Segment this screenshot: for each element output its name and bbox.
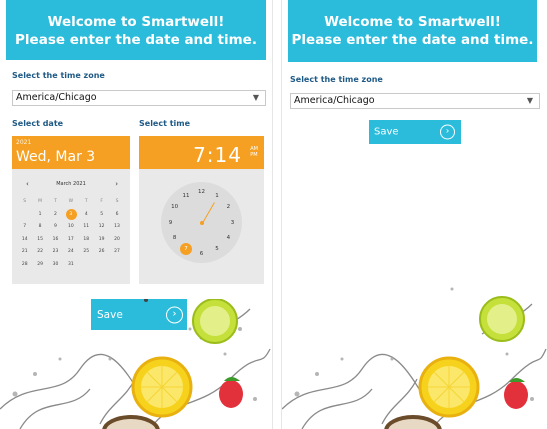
clock-hour[interactable]: 4 bbox=[227, 235, 231, 241]
calendar-day[interactable]: 20 bbox=[109, 234, 124, 247]
timezone-value: America/Chicago bbox=[294, 95, 375, 106]
calendar-day bbox=[79, 259, 94, 272]
calendar-day[interactable]: 27 bbox=[109, 246, 124, 259]
calendar-day[interactable]: 13 bbox=[109, 221, 124, 234]
calendar-day-selected[interactable]: 3 bbox=[63, 208, 78, 222]
calendar-day bbox=[109, 259, 124, 272]
header-title: Welcome to Smartwell! bbox=[324, 14, 501, 30]
calendar-day[interactable]: 4 bbox=[79, 209, 94, 222]
clock-hour[interactable]: 12 bbox=[198, 189, 205, 195]
time-picker-header: 7:14 AM PM bbox=[139, 136, 264, 169]
weekday-label: T bbox=[84, 199, 88, 204]
calendar-day[interactable]: 1 bbox=[32, 209, 47, 222]
clock-hour[interactable]: 11 bbox=[183, 193, 190, 199]
timezone-select[interactable]: America/Chicago ▼ bbox=[290, 93, 540, 109]
pm-option[interactable]: PM bbox=[250, 152, 257, 158]
clock-hour[interactable]: 2 bbox=[227, 204, 231, 210]
right-screen: Welcome to Smartwell! Please enter the d… bbox=[281, 0, 547, 429]
clock-hand bbox=[201, 201, 215, 223]
clock-face[interactable]: 12 1 2 3 4 5 6 7 8 9 10 11 bbox=[161, 182, 242, 263]
timezone-label: Select the time zone bbox=[290, 75, 383, 84]
calendar-day[interactable]: 8 bbox=[32, 221, 47, 234]
selected-year[interactable]: 2021 bbox=[16, 139, 31, 146]
clock-hour[interactable]: 5 bbox=[215, 246, 219, 252]
header-subtitle: Please enter the date and time. bbox=[291, 32, 534, 48]
calendar-day[interactable]: 29 bbox=[32, 259, 47, 272]
clock-hour[interactable]: 1 bbox=[215, 193, 219, 199]
calendar-day[interactable]: 10 bbox=[63, 221, 78, 234]
timezone-select[interactable]: America/Chicago ▼ bbox=[12, 90, 266, 106]
arrow-circle-right-icon: › bbox=[440, 124, 455, 140]
calendar-day[interactable]: 5 bbox=[94, 209, 109, 222]
calendar-week-row: 7 8 9 10 11 12 13 bbox=[17, 221, 125, 234]
header-subtitle: Please enter the date and time. bbox=[15, 32, 257, 48]
calendar-month-title: March 2021 bbox=[56, 181, 86, 187]
selected-date: Wed, Mar 3 bbox=[16, 149, 96, 165]
next-month-icon[interactable]: › bbox=[115, 180, 118, 188]
calendar-day[interactable]: 9 bbox=[48, 221, 63, 234]
weekday-row: SMTWTFS bbox=[17, 196, 125, 209]
calendar-day bbox=[17, 209, 32, 222]
date-picker: 2021 Wed, Mar 3 ‹ March 2021 › SMTWTFS12… bbox=[12, 136, 130, 284]
calendar-grid: S M T W T F S 1 2 3 4 5 6 7 8 9 10 11 12 13 14 15 16 17 18 19 20 21… bbox=[17, 196, 125, 271]
calendar-day[interactable]: 21 bbox=[17, 246, 32, 259]
clock-hour[interactable]: 8 bbox=[173, 235, 177, 241]
am-pm-toggle[interactable]: AM PM bbox=[250, 146, 258, 158]
clock-hour[interactable]: 9 bbox=[169, 220, 173, 226]
timezone-label: Select the time zone bbox=[12, 71, 105, 80]
selected-time: 7:14 bbox=[193, 143, 242, 167]
weekday-label: T bbox=[54, 199, 57, 204]
calendar-day[interactable]: 30 bbox=[48, 259, 63, 272]
chevron-down-icon: ▼ bbox=[526, 96, 533, 105]
calendar-day[interactable]: 31 bbox=[63, 259, 78, 272]
fruit-splash-image bbox=[0, 299, 271, 429]
calendar-day[interactable]: 19 bbox=[94, 234, 109, 247]
calendar-day[interactable]: 24 bbox=[63, 246, 78, 259]
time-picker: 7:14 AM PM 12 1 2 3 4 5 6 7 8 9 10 11 bbox=[139, 136, 264, 284]
fruit-splash-image bbox=[282, 287, 547, 429]
calendar-day[interactable]: 23 bbox=[48, 246, 63, 259]
welcome-header: Welcome to Smartwell! Please enter the d… bbox=[288, 0, 537, 62]
calendar-day[interactable]: 22 bbox=[32, 246, 47, 259]
header-title: Welcome to Smartwell! bbox=[47, 14, 225, 30]
calendar-week-row: 14 15 16 17 18 19 20 bbox=[17, 234, 125, 247]
save-button[interactable]: Save › bbox=[369, 120, 461, 144]
calendar-week-row: 21 22 23 24 25 26 27 bbox=[17, 246, 125, 259]
time-label: Select time bbox=[139, 119, 191, 128]
clock-hour-selected[interactable]: 7 bbox=[180, 243, 192, 256]
calendar-day[interactable]: 26 bbox=[94, 246, 109, 259]
calendar-day[interactable]: 25 bbox=[79, 246, 94, 259]
chevron-down-icon: ▼ bbox=[252, 93, 259, 102]
weekday-label: W bbox=[68, 199, 74, 204]
weekday-label: S bbox=[23, 199, 27, 204]
clock-center bbox=[199, 220, 204, 225]
clock-hour[interactable]: 10 bbox=[171, 204, 178, 210]
weekday-label: F bbox=[100, 199, 103, 204]
clock-hour[interactable]: 3 bbox=[231, 220, 235, 226]
date-label: Select date bbox=[12, 119, 64, 128]
weekday-label: M bbox=[38, 199, 43, 204]
calendar-day bbox=[94, 259, 109, 272]
clock-hour[interactable]: 6 bbox=[200, 251, 204, 257]
calendar-week-row: 123456 bbox=[17, 208, 125, 222]
calendar-day[interactable]: 12 bbox=[94, 221, 109, 234]
calendar-day[interactable]: 11 bbox=[79, 221, 94, 234]
date-picker-header: 2021 Wed, Mar 3 bbox=[12, 136, 130, 169]
calendar-day[interactable]: 2 bbox=[48, 209, 63, 222]
calendar-day[interactable]: 28 bbox=[17, 259, 32, 272]
calendar-day[interactable]: 16 bbox=[48, 234, 63, 247]
welcome-header: Welcome to Smartwell! Please enter the d… bbox=[6, 0, 266, 60]
timezone-value: America/Chicago bbox=[16, 92, 97, 103]
calendar-day[interactable]: 6 bbox=[109, 209, 124, 222]
calendar-day[interactable]: 15 bbox=[32, 234, 47, 247]
left-screen: Welcome to Smartwell! Please enter the d… bbox=[0, 0, 273, 429]
save-label: Save bbox=[374, 126, 399, 138]
calendar-day[interactable]: 18 bbox=[79, 234, 94, 247]
calendar-week-row: 28 29 30 31 bbox=[17, 259, 125, 272]
calendar-day[interactable]: 14 bbox=[17, 234, 32, 247]
calendar-day[interactable]: 7 bbox=[17, 221, 32, 234]
calendar-day[interactable]: 17 bbox=[63, 234, 78, 247]
weekday-label: S bbox=[115, 199, 119, 204]
